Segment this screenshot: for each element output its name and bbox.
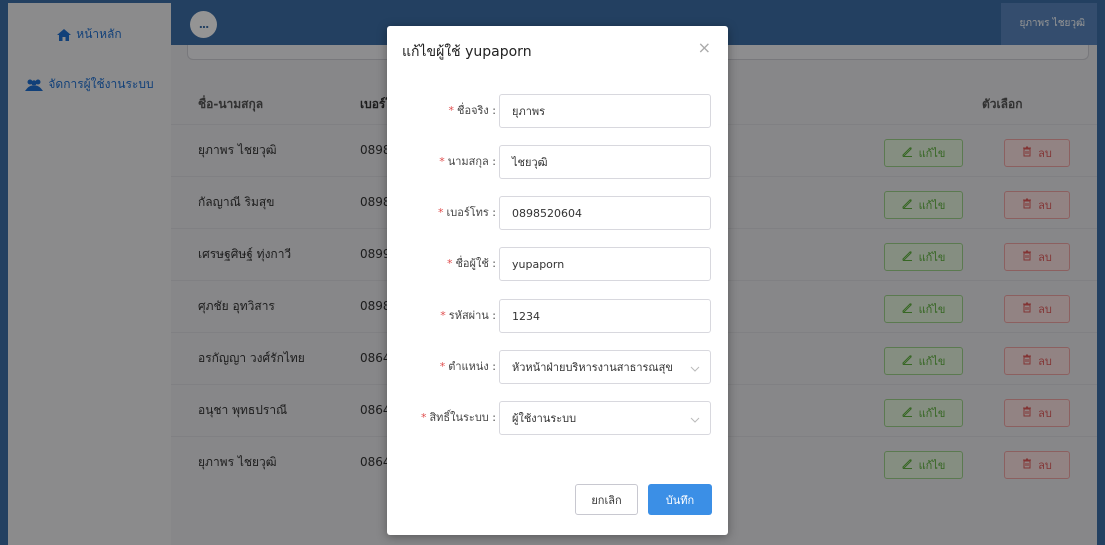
form-row: * ตำแหน่ง : หัวหน้าฝ่ายบริหารงานสาธารณสุข xyxy=(387,350,728,384)
field-label: * นามสกุล : xyxy=(439,145,496,179)
required-mark: * xyxy=(439,155,445,168)
field-value: ผู้ใช้งานระบบ xyxy=(512,412,577,425)
field-value: ไชยวุฒิ xyxy=(512,156,548,169)
field-label-text: เบอร์โทร : xyxy=(446,206,496,219)
required-mark: * xyxy=(420,411,427,424)
field-value: 1234 xyxy=(512,309,540,323)
field-label: * ชื่อจริง : xyxy=(449,94,497,128)
text-field[interactable]: ไชยวุฒิ xyxy=(499,145,711,179)
select-field[interactable]: ผู้ใช้งานระบบ xyxy=(499,401,711,435)
close-icon[interactable]: × xyxy=(698,38,711,57)
field-value: 0898520604 xyxy=(512,206,582,220)
form-row: * ชื่อจริง : ยุภาพร xyxy=(387,94,728,128)
form-row: * นามสกุล : ไชยวุฒิ xyxy=(387,145,728,179)
field-label: * สิทธิ์ในระบบ : xyxy=(421,401,496,435)
field-label-text: ชื่อจริง : xyxy=(457,104,496,117)
required-mark: * xyxy=(440,309,446,322)
field-value: หัวหน้าฝ่ายบริหารงานสาธารณสุข xyxy=(512,361,673,374)
field-label: * รหัสผ่าน : xyxy=(440,299,496,333)
field-value: yupaporn xyxy=(512,257,565,271)
cancel-button[interactable]: ยกเลิก xyxy=(575,484,638,515)
text-field[interactable]: 0898520604 xyxy=(499,196,711,230)
required-mark: * xyxy=(439,360,446,373)
chevron-down-icon xyxy=(690,413,700,426)
required-mark: * xyxy=(446,257,453,270)
text-field[interactable]: ยุภาพร xyxy=(499,94,711,128)
form-row: * ชื่อผู้ใช้ : yupaporn xyxy=(387,247,728,281)
save-button[interactable]: บันทึก xyxy=(648,484,712,515)
required-mark: * xyxy=(448,104,455,117)
edit-user-dialog: แก้ไขผู้ใช้ yupaporn × * ชื่อจริง : ยุภาพร… xyxy=(387,26,728,535)
field-label: * เบอร์โทร : xyxy=(438,196,496,230)
select-field[interactable]: หัวหน้าฝ่ายบริหารงานสาธารณสุข xyxy=(499,350,711,384)
form-row: * สิทธิ์ในระบบ : ผู้ใช้งานระบบ xyxy=(387,401,728,435)
field-label-text: สิทธิ์ในระบบ : xyxy=(429,411,496,424)
field-label-text: รหัสผ่าน : xyxy=(448,309,496,322)
required-mark: * xyxy=(437,206,444,219)
field-label: * ชื่อผู้ใช้ : xyxy=(447,247,496,281)
field-label-text: ชื่อผู้ใช้ : xyxy=(455,257,496,270)
field-value: ยุภาพร xyxy=(512,105,546,118)
field-label-text: ตำแหน่ง : xyxy=(448,360,496,373)
field-label-text: นามสกุล : xyxy=(447,155,496,168)
form-row: * เบอร์โทร : 0898520604 xyxy=(387,196,728,230)
text-field[interactable]: yupaporn xyxy=(499,247,711,281)
form-row: * รหัสผ่าน : 1234 xyxy=(387,299,728,333)
chevron-down-icon xyxy=(690,362,700,375)
dialog-title: แก้ไขผู้ใช้ yupaporn xyxy=(402,44,532,60)
field-label: * ตำแหน่ง : xyxy=(440,350,496,384)
text-field[interactable]: 1234 xyxy=(499,299,711,333)
